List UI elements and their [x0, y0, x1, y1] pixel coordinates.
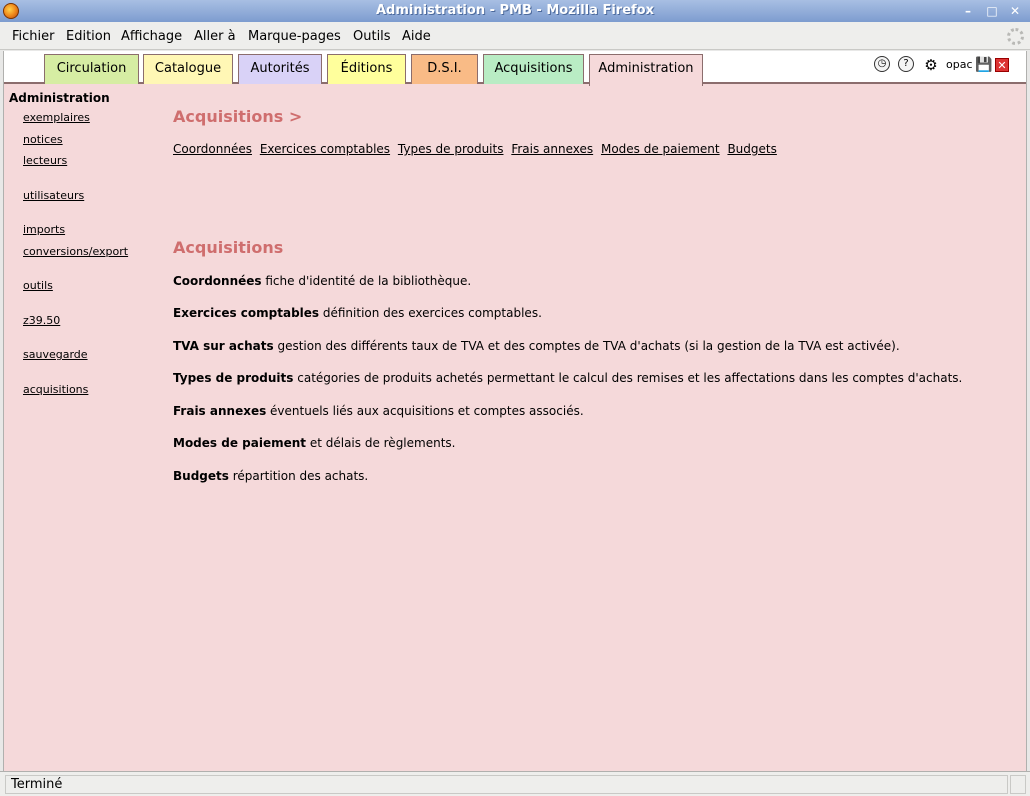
tab-editions[interactable]: Éditions — [327, 54, 406, 84]
menu-aide[interactable]: Aide — [402, 29, 431, 44]
description-text: catégories de produits achetés permettan… — [293, 371, 963, 385]
toolbar-icons: ◷ ? ⚙ opac 💾 ✕ — [874, 56, 1014, 76]
left-menu-item-utilisateurs[interactable]: utilisateurs — [23, 189, 84, 202]
left-menu-item-imports[interactable]: imports — [23, 223, 65, 236]
sublink-coordonnees[interactable]: Coordonnées — [173, 142, 252, 156]
description-item: Coordonnées fiche d'identité de la bibli… — [173, 274, 471, 288]
description-item: Modes de paiement et délais de règlement… — [173, 436, 455, 450]
description-item: Exercices comptables définition des exer… — [173, 306, 542, 320]
left-menu-item-conversions-export[interactable]: conversions/export — [23, 245, 128, 258]
left-menu-item-acquisitions[interactable]: acquisitions — [23, 383, 88, 396]
left-menu-item-z3950[interactable]: z39.50 — [23, 314, 60, 327]
menu-outils[interactable]: Outils — [353, 29, 391, 44]
description-text: et délais de règlements. — [306, 436, 456, 450]
tab-administration[interactable]: Administration — [589, 54, 703, 86]
menu-affichage[interactable]: Affichage — [121, 29, 182, 44]
menu-bar: Fichier Edition Affichage Aller à Marque… — [0, 22, 1030, 50]
module-tabs: Circulation Catalogue Autorités Éditions… — [4, 51, 1026, 86]
tab-circulation[interactable]: Circulation — [44, 54, 139, 84]
close-icon[interactable]: ✕ — [995, 58, 1009, 72]
description-term: Budgets — [173, 469, 229, 483]
help-icon[interactable]: ? — [898, 56, 914, 72]
left-menu-item-exemplaires[interactable]: exemplaires — [23, 111, 90, 124]
sublink-types-de-produits[interactable]: Types de produits — [398, 142, 504, 156]
section-title: Acquisitions — [173, 238, 284, 257]
description-text: gestion des différents taux de TVA et de… — [273, 339, 900, 353]
left-menu-item-outils[interactable]: outils — [23, 279, 53, 292]
description-item: Types de produits catégories de produits… — [173, 371, 962, 385]
window-titlebar: Administration - PMB - Mozilla Firefox –… — [0, 0, 1030, 22]
description-text: éventuels liés aux acquisitions et compt… — [266, 404, 584, 418]
menu-fichier[interactable]: Fichier — [12, 29, 55, 44]
sublink-frais-annexes[interactable]: Frais annexes — [511, 142, 593, 156]
description-text: répartition des achats. — [228, 469, 369, 483]
maximize-icon[interactable]: □ — [985, 4, 999, 18]
resize-grip[interactable] — [1010, 775, 1026, 794]
clock-icon[interactable]: ◷ — [874, 56, 890, 72]
window-title: Administration - PMB - Mozilla Firefox — [376, 3, 654, 18]
description-text: définition des exercices comptables. — [319, 306, 542, 320]
description-term: Types de produits — [173, 371, 294, 385]
description-term: TVA sur achats — [173, 339, 274, 353]
description-item: Budgets répartition des achats. — [173, 469, 368, 483]
left-menu: Administration exemplaires notices lecte… — [9, 91, 169, 396]
minimize-icon[interactable]: – — [961, 4, 975, 18]
menu-marque-pages[interactable]: Marque-pages — [248, 29, 341, 44]
description-term: Modes de paiement — [173, 436, 307, 450]
window-close-icon[interactable]: ✕ — [1008, 4, 1022, 18]
opac-icon[interactable]: opac — [946, 56, 973, 74]
left-menu-title: Administration — [9, 91, 110, 105]
tab-acquisitions[interactable]: Acquisitions — [483, 54, 584, 84]
sublink-modes-de-paiement[interactable]: Modes de paiement — [601, 142, 720, 156]
description-item: TVA sur achats gestion des différents ta… — [173, 339, 900, 353]
left-menu-item-notices[interactable]: notices — [23, 133, 63, 146]
description-item: Frais annexes éventuels liés aux acquisi… — [173, 404, 584, 418]
tab-autorites[interactable]: Autorités — [238, 54, 322, 84]
sublink-budgets[interactable]: Budgets — [727, 142, 776, 156]
page-content: Circulation Catalogue Autorités Éditions… — [3, 51, 1027, 771]
menu-edition[interactable]: Edition — [66, 29, 111, 44]
description-text: fiche d'identité de la bibliothèque. — [261, 274, 472, 288]
status-bar: Terminé — [0, 771, 1030, 796]
status-text: Terminé — [5, 775, 1008, 794]
description-term: Frais annexes — [173, 404, 267, 418]
left-menu-item-sauvegarde[interactable]: sauvegarde — [23, 348, 88, 361]
throbber-icon — [1007, 28, 1024, 45]
menu-aller-a[interactable]: Aller à — [194, 29, 236, 44]
gear-icon[interactable]: ⚙ — [922, 56, 940, 74]
tab-dsi[interactable]: D.S.I. — [411, 54, 478, 84]
sublink-exercices-comptables[interactable]: Exercices comptables — [260, 142, 390, 156]
tab-catalogue[interactable]: Catalogue — [143, 54, 233, 84]
description-term: Coordonnées — [173, 274, 262, 288]
sub-navigation: Coordonnées Exercices comptables Types d… — [173, 142, 781, 156]
description-term: Exercices comptables — [173, 306, 320, 320]
save-icon[interactable]: 💾 — [975, 56, 992, 74]
breadcrumb: Acquisitions > — [173, 107, 303, 126]
left-menu-item-lecteurs[interactable]: lecteurs — [23, 154, 67, 167]
